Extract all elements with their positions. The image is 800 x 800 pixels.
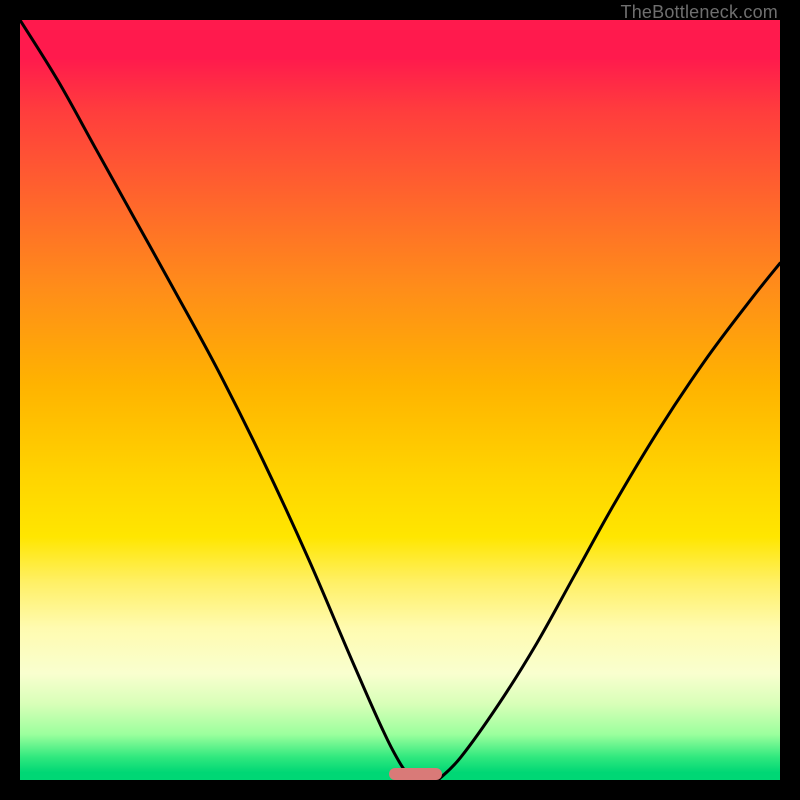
attribution-text: TheBottleneck.com <box>621 2 778 23</box>
chart-frame: TheBottleneck.com <box>0 0 800 800</box>
plot-area <box>20 20 780 780</box>
bottleneck-curve <box>20 20 780 780</box>
optimum-marker <box>389 768 442 780</box>
